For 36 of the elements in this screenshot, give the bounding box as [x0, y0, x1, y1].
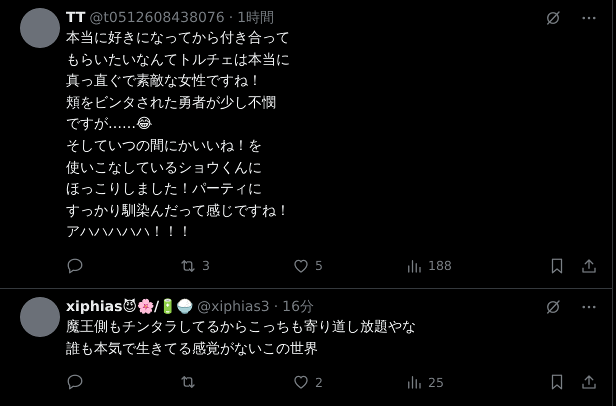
- post-text-line: 頬をビンタされた勇者が少し不憫: [66, 94, 277, 113]
- action-count: 25: [428, 374, 444, 390]
- post-text-line: 魔王側もチンタラしてるからこっちも寄り道し放題やな: [66, 318, 417, 337]
- separator-dot: ·: [274, 298, 278, 315]
- heart-icon[interactable]: [292, 256, 310, 275]
- post-text-line: 使いこなしているショウくんに: [66, 158, 263, 178]
- post-text-line: 真っ直ぐで素敵な女性ですね！: [66, 72, 263, 92]
- post-text-line: ですが……😂: [66, 115, 154, 134]
- action-count: 188: [428, 258, 452, 274]
- post-text-line: 本当に好きになってから付き合って: [66, 29, 291, 48]
- share-icon[interactable]: [580, 256, 598, 275]
- author-name[interactable]: TT: [66, 10, 86, 26]
- heart-icon[interactable]: [292, 373, 310, 392]
- action-count: 2: [315, 374, 323, 390]
- author-handle: @xiphias3: [197, 298, 270, 315]
- post-text-line: 誰も本気で生きてる感覚がないこの世界: [66, 340, 319, 359]
- post-text-line: すっかり馴染んだって感じですね！: [66, 202, 291, 221]
- slashed-circle-icon[interactable]: [544, 9, 562, 27]
- post-text-line: ほっこりしました！パーティに: [66, 180, 263, 200]
- post-text-line: そしていつの間にかいいね！を: [66, 136, 263, 156]
- author-handle: @t0512608438076: [89, 10, 225, 26]
- action-count: 3: [202, 258, 210, 274]
- avatar[interactable]: [20, 8, 60, 48]
- post-text-line: アハハハハハ！！！: [66, 223, 193, 242]
- author-name[interactable]: xiphias😈🌸/🔋🍚: [66, 298, 194, 316]
- bar-chart-icon[interactable]: [405, 373, 423, 392]
- separator-dot: ·: [228, 10, 234, 26]
- slashed-circle-icon[interactable]: [544, 298, 562, 316]
- reply-icon[interactable]: [66, 256, 84, 275]
- post-text-line: もらいたいなんてトルチェは本当に: [66, 50, 291, 70]
- post-time[interactable]: 1時間: [237, 9, 274, 27]
- post-time[interactable]: 16分: [282, 298, 314, 316]
- reply-icon[interactable]: [66, 373, 84, 392]
- action-count: 5: [315, 258, 323, 274]
- avatar[interactable]: [20, 296, 60, 337]
- share-icon[interactable]: [580, 373, 598, 392]
